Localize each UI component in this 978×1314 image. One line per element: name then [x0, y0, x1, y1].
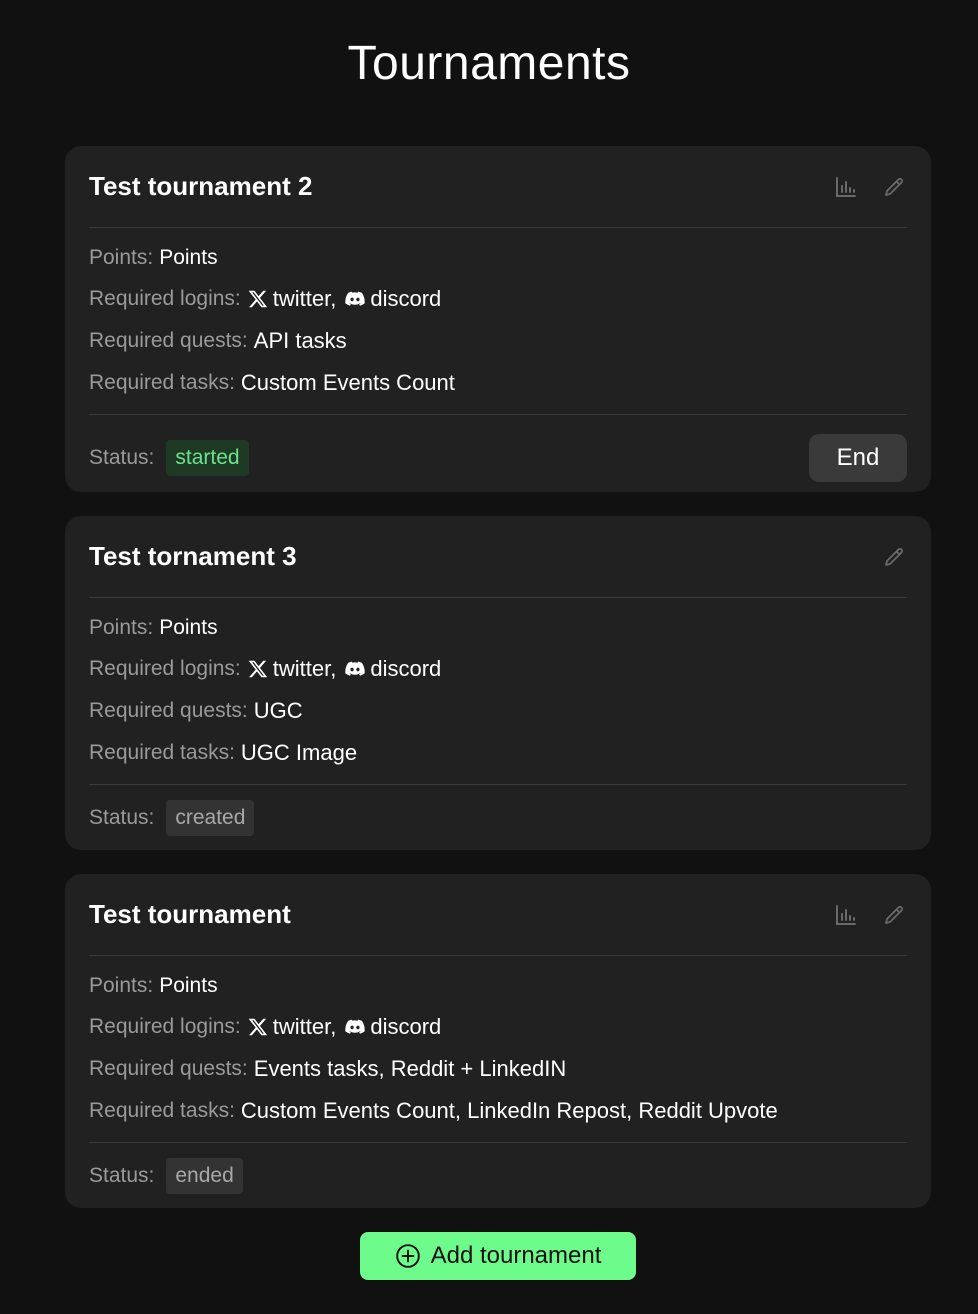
card-body: Points: Points Required logins: twitter,… [89, 228, 907, 415]
required-logins-label: Required logins: [89, 1015, 241, 1038]
required-quests-row: Required quests: API tasks [89, 320, 907, 362]
status-label: Status: [89, 446, 155, 469]
status-wrap: Status: ended [89, 1158, 243, 1194]
required-tasks-label: Required tasks: [89, 371, 235, 394]
login-discord-label: discord [370, 656, 442, 681]
add-tournament-button[interactable]: Add tournament [360, 1232, 636, 1280]
card-body: Points: Points Required logins: twitter,… [89, 598, 907, 785]
login-twitter: twitter, [247, 656, 337, 682]
page-title: Tournaments [347, 37, 631, 90]
status-badge: created [166, 800, 255, 836]
x-twitter-icon [248, 1018, 267, 1036]
discord-icon [345, 661, 366, 676]
points-row: Points: Points [89, 608, 907, 648]
required-quests-value: UGC [253, 698, 303, 723]
status-wrap: Status: created [89, 800, 255, 836]
tournament-title: Test tournament 2 [89, 171, 313, 201]
login-discord-label: discord [370, 286, 442, 311]
login-discord: discord [344, 1014, 441, 1040]
login-discord-label: discord [370, 1014, 442, 1039]
card-footer: Status: created [89, 785, 907, 851]
required-quests-row: Required quests: Events tasks, Reddit + … [89, 1048, 907, 1090]
required-quests-row: Required quests: UGC [89, 690, 907, 732]
card-footer: Status: ended [89, 1143, 907, 1209]
tournament-card: Test tournament 2 Points: Points Require… [65, 146, 931, 492]
required-logins-row: Required logins: twitter, discord [89, 278, 907, 320]
login-discord: discord [344, 286, 441, 312]
required-tasks-label: Required tasks: [89, 1099, 235, 1122]
x-twitter-icon [248, 660, 267, 678]
required-quests-label: Required quests: [89, 329, 248, 352]
discord-icon [345, 291, 366, 306]
points-label: Points: [89, 974, 154, 997]
points-value: Points [159, 616, 218, 639]
required-tasks-value: Custom Events Count [240, 370, 455, 395]
status-label: Status: [89, 1164, 155, 1187]
status-wrap: Status: started [89, 440, 249, 476]
required-tasks-label: Required tasks: [89, 741, 235, 764]
points-label: Points: [89, 246, 154, 269]
points-label: Points: [89, 616, 154, 639]
required-logins-value: twitter, discord [247, 656, 441, 682]
card-footer: Status: started End [89, 415, 907, 501]
points-value: Points [159, 246, 218, 269]
points-value: Points [159, 974, 218, 997]
login-discord: discord [344, 656, 441, 682]
required-logins-value: twitter, discord [247, 286, 441, 312]
required-logins-value: twitter, discord [247, 1014, 441, 1040]
required-quests-value: API tasks [253, 328, 347, 353]
login-twitter: twitter, [247, 1014, 337, 1040]
login-twitter-label: twitter, [272, 1014, 337, 1039]
card-actions [833, 902, 907, 928]
required-logins-row: Required logins: twitter, discord [89, 648, 907, 690]
required-quests-label: Required quests: [89, 699, 248, 722]
login-twitter-label: twitter, [272, 656, 337, 681]
edit-icon[interactable] [881, 544, 907, 570]
login-twitter-label: twitter, [272, 286, 337, 311]
edit-icon[interactable] [881, 174, 907, 200]
tournament-title: Test tournament [89, 899, 291, 929]
card-header: Test tournament 2 [89, 146, 907, 228]
points-row: Points: Points [89, 966, 907, 1006]
points-row: Points: Points [89, 238, 907, 278]
login-twitter: twitter, [247, 286, 337, 312]
card-body: Points: Points Required logins: twitter,… [89, 956, 907, 1143]
bar-chart-icon[interactable] [833, 174, 859, 200]
card-actions [833, 174, 907, 200]
required-tasks-value: UGC Image [240, 740, 358, 765]
card-header: Test tournament [89, 874, 907, 956]
tournament-card: Test tornament 3 Points: Points Required… [65, 516, 931, 850]
bar-chart-icon[interactable] [833, 902, 859, 928]
status-label: Status: [89, 806, 155, 829]
required-logins-row: Required logins: twitter, discord [89, 1006, 907, 1048]
discord-icon [345, 1019, 366, 1034]
tournament-title: Test tornament 3 [89, 541, 297, 571]
status-badge: ended [166, 1158, 243, 1194]
required-tasks-row: Required tasks: Custom Events Count [89, 362, 907, 404]
required-tasks-row: Required tasks: UGC Image [89, 732, 907, 774]
plus-circle-icon [395, 1244, 420, 1268]
required-logins-label: Required logins: [89, 657, 241, 680]
add-tournament-label: Add tournament [430, 1242, 602, 1269]
required-tasks-row: Required tasks: Custom Events Count, Lin… [89, 1090, 907, 1132]
x-twitter-icon [248, 290, 267, 308]
status-badge: started [166, 440, 249, 476]
required-tasks-value: Custom Events Count, LinkedIn Repost, Re… [240, 1098, 778, 1123]
edit-icon[interactable] [881, 902, 907, 928]
card-header: Test tornament 3 [89, 516, 907, 598]
required-logins-label: Required logins: [89, 287, 241, 310]
required-quests-value: Events tasks, Reddit + LinkedIN [253, 1056, 567, 1081]
card-actions [881, 544, 907, 570]
tournament-card: Test tournament Points: Points Required … [65, 874, 931, 1208]
end-button[interactable]: End [809, 434, 907, 482]
required-quests-label: Required quests: [89, 1057, 248, 1080]
